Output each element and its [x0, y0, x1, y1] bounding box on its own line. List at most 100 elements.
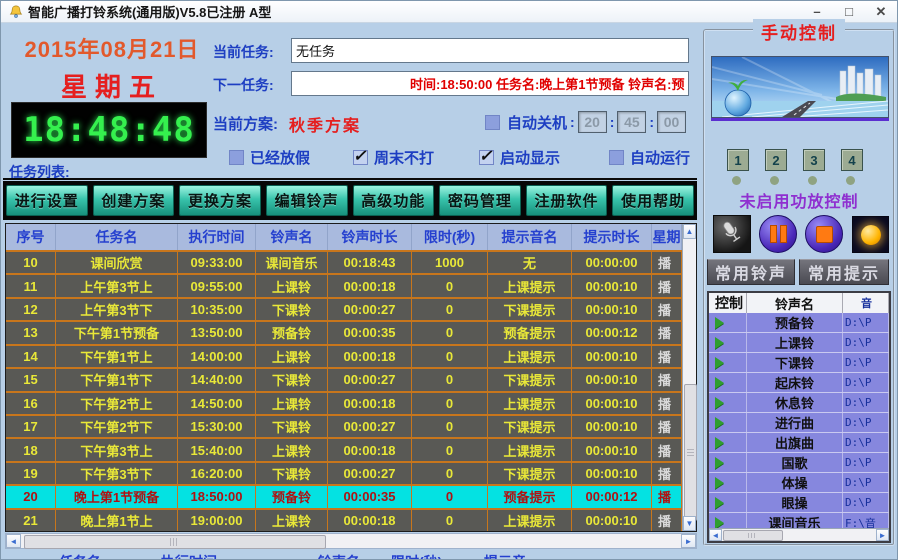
table-row[interactable]: 14下午第1节上14:00:00上课铃00:00:180上课提示00:00:10… [6, 346, 682, 369]
play-icon[interactable] [715, 477, 724, 489]
cell: 0 [412, 299, 488, 320]
toolbar-button[interactable]: 更换方案 [179, 185, 261, 216]
list-item[interactable]: 眼操D:\P [709, 493, 889, 513]
column-header: 铃声时长 [328, 224, 412, 250]
list-item[interactable]: 体操D:\P [709, 473, 889, 493]
play-icon[interactable] [715, 437, 724, 449]
current-task-input[interactable]: 无任务 [291, 38, 689, 63]
cell: 16:20:00 [178, 463, 256, 484]
table-row[interactable]: 11上午第3节上09:55:00上课铃00:00:180上课提示00:00:10… [6, 275, 682, 298]
scroll-left-icon[interactable]: ◄ [709, 529, 722, 541]
list-item[interactable]: 出旗曲D:\P [709, 433, 889, 453]
scroll-up-icon[interactable]: ▲ [683, 224, 696, 239]
play-icon[interactable] [715, 357, 724, 369]
table-row[interactable]: 21晚上第1节上19:00:00上课铃00:00:180上课提示00:00:10… [6, 510, 682, 531]
play-icon[interactable] [715, 317, 724, 329]
checkbox[interactable] [609, 150, 624, 165]
table-row[interactable]: 20晚上第1节预备18:50:00预备铃00:00:350预备提示00:00:1… [6, 486, 682, 509]
shutdown-minute-field[interactable]: 45 [617, 111, 646, 133]
microphone-button[interactable] [713, 215, 751, 253]
table-row[interactable]: 10课间欣赏09:33:00课间音乐00:18:431000无00:00:00播 [6, 252, 682, 275]
checkbox[interactable] [229, 150, 244, 165]
play-icon[interactable] [715, 397, 724, 409]
current-task-value: 无任务 [296, 41, 335, 60]
minimize-icon[interactable]: – [809, 4, 825, 20]
cell: 下课铃 [256, 463, 328, 484]
cell: 11 [6, 275, 56, 296]
table-row[interactable]: 15下午第1节下14:40:00下课铃00:00:270下课提示00:00:10… [6, 369, 682, 392]
scroll-right-icon[interactable]: ► [876, 529, 889, 541]
play-icon[interactable] [715, 337, 724, 349]
table-row[interactable]: 16下午第2节上14:50:00上课铃00:00:180上课提示00:00:10… [6, 393, 682, 416]
toolbar-button[interactable]: 编辑铃声 [266, 185, 348, 216]
shutdown-hour-field[interactable]: 20 [578, 111, 607, 133]
cell: 13 [6, 322, 56, 343]
list-item[interactable]: 预备铃D:\P [709, 313, 889, 333]
sound-path: D:\P [843, 353, 889, 372]
toolbar-button[interactable]: 创建方案 [93, 185, 175, 216]
shutdown-second-field[interactable]: 00 [657, 111, 686, 133]
play-icon[interactable] [715, 517, 724, 529]
stop-button[interactable] [805, 215, 843, 253]
cell: 0 [412, 416, 488, 437]
toolbar-button[interactable]: 高级功能 [353, 185, 435, 216]
task-table-header: 序号任务名执行时间铃声名铃声时长限时(秒)提示音名提示时长星期 [6, 224, 682, 252]
list-item[interactable]: 下课铃D:\P [709, 353, 889, 373]
common-rings-button[interactable]: 常用铃声 [707, 259, 795, 285]
toolbar-button[interactable]: 注册软件 [526, 185, 608, 216]
vertical-scroll-thumb[interactable] [684, 384, 697, 521]
column-header: 星期 [652, 224, 682, 250]
cell: 上课提示 [488, 510, 572, 531]
cell: 下午第1节下 [56, 369, 178, 390]
toolbar-button[interactable]: 进行设置 [6, 185, 88, 216]
toolbar-button[interactable]: 密码管理 [439, 185, 521, 216]
list-item[interactable]: 国歌D:\P [709, 453, 889, 473]
close-icon[interactable]: ✕ [873, 4, 889, 20]
table-row[interactable]: 13下午第1节预备13:50:00预备铃00:00:350预备提示00:00:1… [6, 322, 682, 345]
sound-name: 国歌 [747, 453, 843, 472]
play-icon[interactable] [715, 377, 724, 389]
checkbox[interactable] [479, 150, 494, 165]
pause-button[interactable] [759, 215, 797, 253]
cell: 预备提示 [488, 322, 572, 343]
table-horizontal-scrollbar[interactable]: ◄ ► [5, 533, 697, 549]
checkbox[interactable] [353, 150, 368, 165]
table-vertical-scrollbar[interactable]: ▲ ▼ [682, 224, 696, 531]
list-item[interactable]: 进行曲D:\P [709, 413, 889, 433]
scroll-down-icon[interactable]: ▼ [683, 516, 696, 531]
list-item[interactable]: 休息铃D:\P [709, 393, 889, 413]
channel-button-2[interactable]: 2 [765, 149, 787, 171]
next-task-label: 下一任务: [213, 75, 274, 95]
sound-ball-button[interactable] [852, 216, 889, 253]
common-prompts-button[interactable]: 常用提示 [799, 259, 889, 285]
auto-shutdown-checkbox[interactable] [485, 115, 500, 130]
sound-scroll-thumb[interactable] [723, 530, 783, 541]
scroll-left-icon[interactable]: ◄ [6, 534, 21, 548]
channel-indicator [732, 176, 741, 185]
table-row[interactable]: 18下午第3节上15:40:00上课铃00:00:180上课提示00:00:10… [6, 439, 682, 462]
maximize-icon[interactable]: □ [841, 4, 857, 20]
edit-label: 铃声名 [318, 552, 360, 560]
table-row[interactable]: 17下午第2节下15:30:00下课铃00:00:270下课提示00:00:10… [6, 416, 682, 439]
channel-button-1[interactable]: 1 [727, 149, 749, 171]
cell: 00:00:27 [328, 463, 412, 484]
toolbar-button[interactable]: 使用帮助 [612, 185, 694, 216]
channel-button-3[interactable]: 3 [803, 149, 825, 171]
table-row[interactable]: 12上午第3节下10:35:00下课铃00:00:270下课提示00:00:10… [6, 299, 682, 322]
channel-indicator [808, 176, 817, 185]
sound-list-scrollbar[interactable]: ◄ ► [709, 528, 889, 541]
table-row[interactable]: 19下午第3节下16:20:00下课铃00:00:270下课提示00:00:10… [6, 463, 682, 486]
scroll-right-icon[interactable]: ► [681, 534, 696, 548]
play-icon[interactable] [715, 497, 724, 509]
channel-indicator [770, 176, 779, 185]
play-icon[interactable] [715, 457, 724, 469]
list-item[interactable]: 上课铃D:\P [709, 333, 889, 353]
task-table-body: 10课间欣赏09:33:00课间音乐00:18:431000无00:00:00播… [6, 252, 682, 531]
edit-label: 任务名 [59, 552, 101, 560]
play-icon[interactable] [715, 417, 724, 429]
next-task-input[interactable]: 时间:18:50:00 任务名:晚上第1节预备 铃声名:预 [291, 71, 689, 96]
list-item[interactable]: 起床铃D:\P [709, 373, 889, 393]
cell: 播 [652, 416, 682, 437]
channel-button-4[interactable]: 4 [841, 149, 863, 171]
horizontal-scroll-thumb[interactable] [24, 535, 326, 549]
